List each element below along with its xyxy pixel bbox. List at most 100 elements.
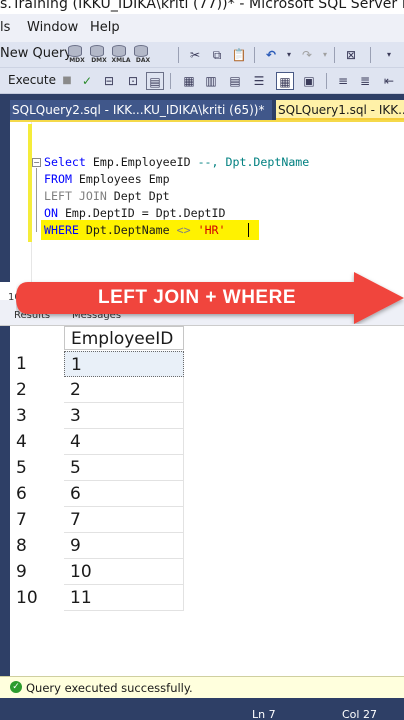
- row-number[interactable]: 7: [10, 507, 64, 533]
- code-comment: --, Dpt.DeptName: [197, 155, 310, 169]
- uncomment-icon[interactable]: ≣: [356, 72, 374, 90]
- paste-icon[interactable]: 📋: [230, 46, 248, 64]
- redo-dropdown-icon[interactable]: ▾: [316, 46, 334, 64]
- intellisense-icon[interactable]: ▤: [146, 72, 164, 90]
- employeeid-cell[interactable]: 1: [64, 351, 184, 377]
- toolbar-separator: [326, 73, 327, 89]
- employeeid-cell[interactable]: 10: [64, 559, 184, 585]
- object-explorer-collapsed: [0, 94, 10, 698]
- keyword-on: ON: [44, 206, 58, 220]
- code-line-3: LEFT JOIN Dept Dpt: [44, 189, 170, 203]
- results-to-grid-icon[interactable]: ▦: [276, 72, 294, 90]
- table-row[interactable]: 66: [10, 481, 184, 507]
- query-options-icon[interactable]: ⊡: [124, 72, 142, 90]
- employeeid-cell[interactable]: 9: [64, 533, 184, 559]
- join-table: Dept Dpt: [106, 189, 170, 203]
- decrease-indent-icon[interactable]: ⇤: [380, 72, 398, 90]
- line-number: Ln 7: [252, 708, 276, 720]
- row-number[interactable]: 3: [10, 403, 64, 429]
- employeeid-cell[interactable]: 6: [64, 481, 184, 507]
- row-number[interactable]: 5: [10, 455, 64, 481]
- column-header-employeeid[interactable]: EmployeeID: [64, 326, 184, 350]
- table-row[interactable]: 44: [10, 429, 184, 455]
- new-query-button[interactable]: New Query: [0, 46, 72, 61]
- table-row[interactable]: 89: [10, 533, 184, 559]
- database-icon: [134, 45, 148, 57]
- database-icon: [90, 45, 104, 57]
- undo-dropdown-icon[interactable]: ▾: [280, 46, 298, 64]
- code-line-5: WHERE Dpt.DeptName <> 'HR': [44, 223, 226, 237]
- activity-monitor-icon[interactable]: ⊠: [342, 46, 360, 64]
- row-number[interactable]: 1: [10, 351, 64, 377]
- cut-icon[interactable]: ✂: [186, 46, 204, 64]
- mdx-label: MDX: [69, 57, 85, 64]
- dax-label: DAX: [135, 57, 151, 64]
- table-row[interactable]: 11: [10, 351, 184, 377]
- estimated-plan-icon[interactable]: ⊟: [100, 72, 118, 90]
- row-number[interactable]: 4: [10, 429, 64, 455]
- row-number[interactable]: 8: [10, 533, 64, 559]
- select-columns: Emp.EmployeeID: [85, 155, 198, 169]
- menu-help[interactable]: Help: [90, 20, 120, 35]
- dax-query-button[interactable]: DAX: [132, 45, 152, 65]
- employeeid-cell[interactable]: 2: [64, 377, 184, 403]
- tab-sqlquery2[interactable]: SQLQuery2.sql - IKK...KU_IDIKA\kriti (65…: [10, 100, 272, 120]
- toolbar-separator: [370, 47, 371, 63]
- code-line-1: Select Emp.EmployeeID --, Dpt.DeptName: [44, 155, 309, 169]
- where-column: Dpt.DeptName: [78, 223, 177, 237]
- client-stats-icon[interactable]: ▥: [202, 72, 220, 90]
- results-grid[interactable]: EmployeeID 1 1 2 2 3 3 4 4 5 5 6 6 7 7 8 9 9 10 10 11: [10, 326, 404, 676]
- table-row[interactable]: 9 10: [10, 559, 184, 585]
- execute-button[interactable]: Execute: [8, 73, 56, 87]
- employeeid-cell[interactable]: 3: [64, 403, 184, 429]
- results-to-text-icon-2[interactable]: ☰: [250, 72, 268, 90]
- table-row[interactable]: 77: [10, 507, 184, 533]
- menu-tools[interactable]: ls: [0, 20, 10, 35]
- row-number[interactable]: 9: [10, 559, 64, 585]
- parse-icon[interactable]: ✓: [78, 72, 96, 90]
- column-number: Col 27: [342, 708, 377, 720]
- row-number[interactable]: 2: [10, 377, 64, 403]
- employeeid-cell[interactable]: 11: [64, 585, 184, 611]
- copy-icon[interactable]: ⧉: [208, 46, 226, 64]
- tab-sqlquery1[interactable]: SQLQuery1.sql - IKK...KU: [276, 100, 404, 120]
- operator-not-equal: <>: [176, 223, 191, 237]
- row-number[interactable]: 10: [10, 585, 64, 611]
- include-plan-icon[interactable]: ▦: [180, 72, 198, 90]
- stop-icon[interactable]: ■: [58, 72, 76, 90]
- comment-out-icon[interactable]: ≡: [334, 72, 352, 90]
- sql-editor-toolbar: Execute ■ ✓ ⊟ ⊡ ▤ ▦ ▥ ▤ ☰ ▦ ▣ ≡ ≣ ⇤: [0, 68, 404, 94]
- table-row[interactable]: 55: [10, 455, 184, 481]
- results-to-file-icon[interactable]: ▣: [300, 72, 318, 90]
- success-check-icon: ✓: [10, 681, 22, 693]
- query-editor[interactable]: − Select Emp.EmployeeID --, Dpt.DeptName…: [10, 120, 404, 282]
- banner-text: LEFT JOIN + WHERE: [98, 287, 296, 308]
- window-titlebar: s.Training (IKKU_IDIKA\kriti (77))* - Mi…: [0, 0, 404, 14]
- from-table: Employees Emp: [71, 172, 170, 186]
- collapse-icon[interactable]: −: [32, 158, 41, 167]
- employeeid-cell[interactable]: 7: [64, 507, 184, 533]
- mdx-query-button[interactable]: MDX: [66, 45, 86, 65]
- table-row[interactable]: 33: [10, 403, 184, 429]
- table-row[interactable]: 10 11: [10, 585, 184, 611]
- dmx-query-button[interactable]: DMX: [88, 45, 108, 65]
- results-to-text-icon[interactable]: ▤: [226, 72, 244, 90]
- window-title: s.Training (IKKU_IDIKA\kriti (77))* - Mi…: [0, 0, 404, 12]
- annotation-banner: LEFT JOIN + WHERE: [16, 272, 404, 324]
- toolbar-separator: [178, 47, 179, 63]
- employeeid-cell[interactable]: 4: [64, 429, 184, 455]
- undo-icon[interactable]: ↶: [262, 46, 280, 64]
- row-number[interactable]: 6: [10, 481, 64, 507]
- status-message: Query executed successfully.: [26, 681, 193, 695]
- change-marker: [28, 124, 32, 242]
- code-line-2: FROM Employees Emp: [44, 172, 170, 186]
- employeeid-cell[interactable]: 5: [64, 455, 184, 481]
- standard-toolbar: New Query MDX DMX XMLA DAX ✂ ⧉ 📋 ↶ ▾ ↷ ▾…: [0, 42, 404, 68]
- redo-icon[interactable]: ↷: [298, 46, 316, 64]
- toolbar-separator: [334, 47, 335, 63]
- table-row[interactable]: 22: [10, 377, 184, 403]
- xmla-query-button[interactable]: XMLA: [110, 45, 131, 65]
- menu-window[interactable]: Window: [27, 20, 78, 35]
- more-dropdown-icon[interactable]: ▾: [380, 46, 398, 64]
